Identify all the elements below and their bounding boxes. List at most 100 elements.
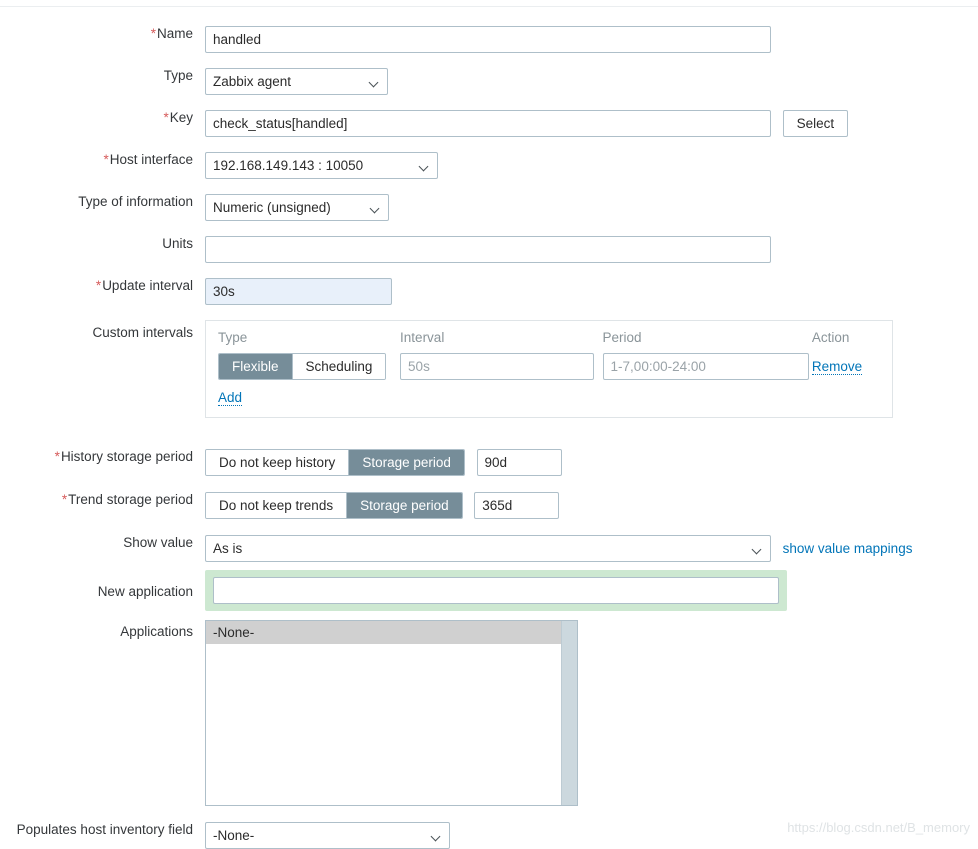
custom-intervals-add-wrap: Add — [218, 390, 880, 406]
trend-storage-period-option[interactable]: Storage period — [347, 493, 462, 518]
form-row-key: *Key Select — [0, 110, 978, 137]
populates-host-inventory-field-value: -None- — [213, 828, 255, 843]
history-storage-period-input[interactable] — [476, 449, 562, 476]
form-row-type: Type Zabbix agent — [0, 68, 978, 95]
label-show-value-text: Show value — [123, 535, 193, 550]
field-units — [205, 236, 771, 263]
chevron-down-icon — [420, 163, 429, 169]
form-row-new-application: New application — [0, 570, 978, 611]
key-select-button[interactable]: Select — [782, 110, 849, 137]
populates-host-inventory-field-select[interactable]: -None- — [205, 822, 450, 849]
custom-intervals-col-action: Action — [811, 330, 850, 345]
field-host-interface: 192.168.149.143 : 10050 — [205, 152, 438, 179]
new-application-highlight — [205, 570, 787, 611]
form-row-history-storage-period: *History storage period Do not keep hist… — [0, 449, 978, 476]
label-type-text: Type — [163, 68, 193, 83]
custom-interval-type-cell: Flexible Scheduling — [218, 353, 400, 380]
custom-intervals-row: Flexible Scheduling Remove — [218, 353, 880, 380]
units-input[interactable] — [205, 236, 771, 263]
required-marker-name: * — [150, 26, 156, 41]
field-populates-host-inventory-field: -None- — [205, 822, 450, 849]
show-value-mappings-link[interactable]: show value mappings — [783, 535, 913, 562]
label-trend-storage-period-text: Trend storage period — [68, 492, 193, 507]
type-of-information-select-value: Numeric (unsigned) — [213, 200, 331, 215]
label-name: *Name — [0, 26, 205, 42]
trend-storage-period-input[interactable] — [474, 492, 560, 519]
custom-interval-interval-cell — [400, 353, 603, 380]
field-key: Select — [205, 110, 849, 137]
form-row-units: Units — [0, 236, 978, 263]
form-row-custom-intervals: Custom intervals Type Interval Period Ac… — [0, 320, 978, 418]
label-update-interval-text: Update interval — [102, 278, 193, 293]
label-history-storage-period: *History storage period — [0, 449, 205, 465]
field-update-interval — [205, 278, 392, 305]
label-host-interface: *Host interface — [0, 152, 205, 168]
chevron-down-icon — [371, 205, 380, 211]
label-name-text: Name — [156, 26, 193, 41]
form-row-update-interval: *Update interval — [0, 278, 978, 305]
custom-interval-type-scheduling[interactable]: Scheduling — [292, 354, 386, 379]
name-input[interactable] — [205, 26, 771, 53]
update-interval-input[interactable] — [205, 278, 392, 305]
form-row-name: *Name — [0, 26, 978, 53]
label-units-text: Units — [162, 236, 193, 251]
label-units: Units — [0, 236, 205, 252]
history-do-not-keep-option[interactable]: Do not keep history — [206, 450, 350, 475]
required-marker-update-interval: * — [95, 278, 102, 293]
host-interface-select-value: 192.168.149.143 : 10050 — [213, 158, 364, 173]
custom-interval-type-flexible[interactable]: Flexible — [219, 354, 293, 379]
label-new-application-text: New application — [97, 584, 193, 599]
label-show-value: Show value — [0, 535, 205, 551]
custom-intervals-add-link[interactable]: Add — [218, 390, 243, 406]
chevron-down-icon — [370, 79, 379, 85]
custom-interval-remove-link[interactable]: Remove — [811, 359, 863, 375]
custom-intervals-col-period: Period — [602, 330, 642, 345]
field-trend-storage-period: Do not keep trends Storage period — [205, 492, 560, 519]
field-type-of-information: Numeric (unsigned) — [205, 194, 389, 221]
field-history-storage-period: Do not keep history Storage period — [205, 449, 562, 476]
required-marker-history-storage-period: * — [54, 449, 60, 464]
applications-list-item[interactable]: -None- — [206, 621, 577, 644]
applications-scrollbar[interactable] — [561, 621, 577, 805]
trend-storage-period-toggle[interactable]: Do not keep trends Storage period — [205, 492, 463, 519]
label-key: *Key — [0, 110, 205, 126]
field-custom-intervals: Type Interval Period Action Flexible Sch… — [205, 320, 893, 418]
form-row-type-of-information: Type of information Numeric (unsigned) — [0, 194, 978, 221]
label-applications-text: Applications — [120, 624, 193, 639]
top-divider — [0, 6, 978, 7]
history-storage-period-toggle[interactable]: Do not keep history Storage period — [205, 449, 465, 476]
label-host-interface-text: Host interface — [109, 152, 193, 167]
label-type: Type — [0, 68, 205, 84]
label-key-text: Key — [169, 110, 193, 125]
custom-interval-period-cell — [602, 353, 812, 380]
required-marker-key: * — [163, 110, 169, 125]
custom-intervals-panel: Type Interval Period Action Flexible Sch… — [205, 320, 893, 418]
key-input[interactable] — [205, 110, 771, 137]
field-new-application — [205, 570, 787, 611]
field-show-value: As is show value mappings — [205, 535, 912, 562]
type-select[interactable]: Zabbix agent — [205, 68, 388, 95]
label-custom-intervals: Custom intervals — [0, 320, 205, 341]
show-value-select-value: As is — [213, 541, 243, 556]
host-interface-select[interactable]: 192.168.149.143 : 10050 — [205, 152, 438, 179]
applications-listbox[interactable]: -None- — [205, 620, 578, 806]
custom-interval-type-toggle[interactable]: Flexible Scheduling — [218, 353, 387, 380]
form-row-trend-storage-period: *Trend storage period Do not keep trends… — [0, 492, 978, 519]
show-value-select[interactable]: As is — [205, 535, 771, 562]
type-of-information-select[interactable]: Numeric (unsigned) — [205, 194, 389, 221]
field-applications: -None- — [205, 620, 578, 806]
required-marker-trend-storage-period: * — [61, 492, 68, 507]
custom-interval-period-input[interactable] — [602, 353, 809, 380]
chevron-down-icon — [432, 833, 441, 839]
label-populates-host-inventory-field: Populates host inventory field — [0, 822, 205, 838]
history-storage-period-option[interactable]: Storage period — [349, 450, 464, 475]
custom-intervals-col-type: Type — [218, 330, 248, 345]
custom-intervals-col-interval: Interval — [400, 330, 445, 345]
custom-interval-action-cell: Remove — [811, 359, 880, 375]
label-custom-intervals-text: Custom intervals — [92, 325, 193, 340]
chevron-down-icon — [753, 546, 762, 552]
field-type: Zabbix agent — [205, 68, 388, 95]
new-application-input[interactable] — [213, 577, 779, 604]
trend-do-not-keep-option[interactable]: Do not keep trends — [206, 493, 348, 518]
custom-interval-interval-input[interactable] — [400, 353, 595, 380]
